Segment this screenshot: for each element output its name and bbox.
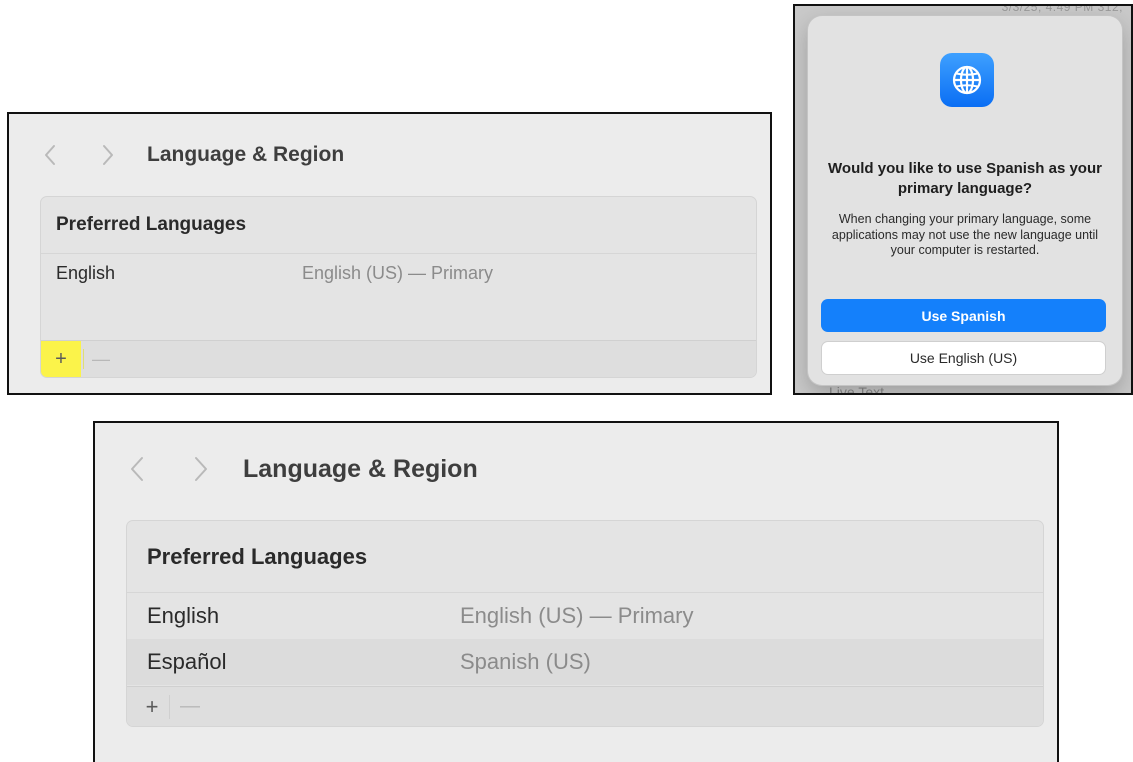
- section-header: Preferred Languages: [41, 197, 756, 254]
- add-language-button[interactable]: +: [41, 340, 81, 377]
- language-row-espanol[interactable]: Español Spanish (US): [127, 639, 1043, 685]
- footer-divider: [83, 349, 84, 369]
- nav-row: Language & Region: [43, 140, 344, 170]
- dialog-title: Would you like to use Spanish as your pr…: [828, 160, 1102, 197]
- section-header: Preferred Languages: [127, 521, 1043, 593]
- background-live-text-label: Live Text: [829, 384, 884, 395]
- add-language-button[interactable]: +: [137, 694, 167, 720]
- language-name: English: [56, 263, 116, 283]
- dialog-message: When changing your primary language, som…: [831, 212, 1099, 257]
- nav-row: Language & Region: [129, 451, 478, 487]
- page-title: Language & Region: [243, 454, 478, 483]
- back-chevron-icon[interactable]: [43, 144, 57, 166]
- language-change-dialog-window: 3/3/25, 4:49 PM 312, Live Text Would you…: [793, 4, 1133, 395]
- language-name: Español: [147, 649, 227, 674]
- card-footer: + —: [127, 686, 1043, 726]
- language-description: English (US) — Primary: [302, 263, 494, 283]
- language-region-window-after: Language & Region Preferred Languages En…: [93, 421, 1059, 762]
- use-english-button[interactable]: Use English (US): [821, 341, 1106, 375]
- background-status-text: 3/3/25, 4:49 PM 312,: [1001, 4, 1123, 14]
- remove-language-button[interactable]: —: [86, 349, 116, 370]
- back-chevron-icon[interactable]: [129, 456, 145, 482]
- card-footer: + —: [41, 340, 756, 377]
- language-description: English (US) — Primary: [460, 603, 694, 628]
- language-name: English: [147, 603, 220, 628]
- page-title: Language & Region: [147, 143, 345, 166]
- forward-chevron-icon[interactable]: [193, 456, 209, 482]
- remove-language-button[interactable]: —: [172, 695, 208, 718]
- language-description: Spanish (US): [460, 649, 591, 674]
- language-row-english[interactable]: English English (US) — Primary: [127, 593, 1043, 639]
- use-spanish-button[interactable]: Use Spanish: [821, 299, 1106, 332]
- language-row-english[interactable]: English English (US) — Primary: [41, 254, 756, 293]
- confirmation-dialog: Would you like to use Spanish as your pr…: [808, 16, 1122, 385]
- globe-icon: [940, 53, 994, 107]
- preferred-languages-card: Preferred Languages English English (US)…: [126, 520, 1044, 727]
- forward-chevron-icon[interactable]: [101, 144, 115, 166]
- footer-divider: [169, 694, 170, 719]
- language-region-window-before: Language & Region Preferred Languages En…: [7, 112, 772, 395]
- preferred-languages-card: Preferred Languages English English (US)…: [40, 196, 757, 378]
